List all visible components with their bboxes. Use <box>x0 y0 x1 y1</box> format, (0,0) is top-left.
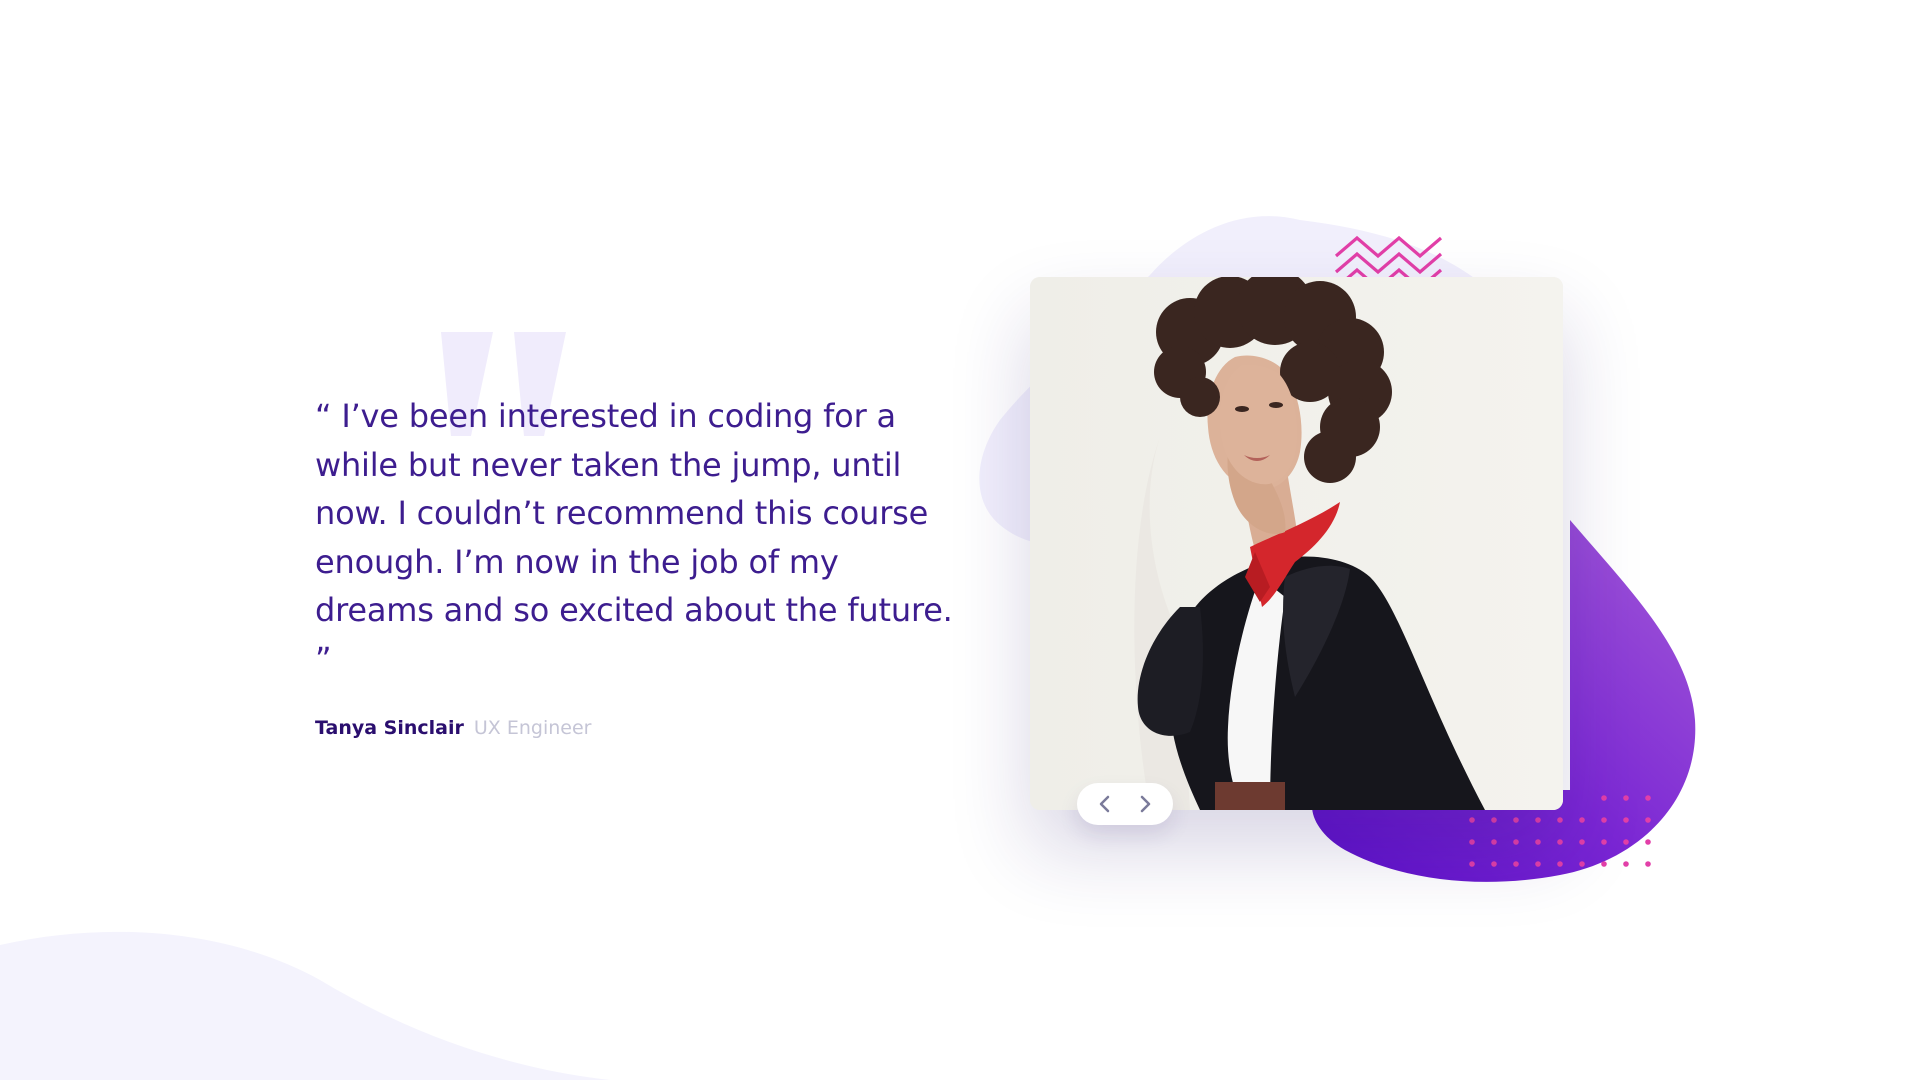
testimonial-quote: “ I’ve been interested in coding for a w… <box>315 397 953 678</box>
bottom-wave-decoration <box>0 931 610 1080</box>
portrait-illustration <box>1030 277 1563 810</box>
author-role: UX Engineer <box>473 717 592 739</box>
chevron-left-icon <box>1099 795 1110 813</box>
slider-controls <box>1077 783 1173 825</box>
testimonial-section: “ I’ve been interested in coding for a w… <box>315 332 955 739</box>
chevron-right-icon <box>1140 795 1151 813</box>
author-name: Tanya Sinclair <box>315 717 464 739</box>
author-row: Tanya Sinclair UX Engineer <box>315 717 955 739</box>
testimonial-photo <box>1030 277 1563 810</box>
hero-decorations <box>979 216 1696 882</box>
next-slide-button[interactable] <box>1129 788 1161 820</box>
previous-slide-button[interactable] <box>1089 788 1121 820</box>
